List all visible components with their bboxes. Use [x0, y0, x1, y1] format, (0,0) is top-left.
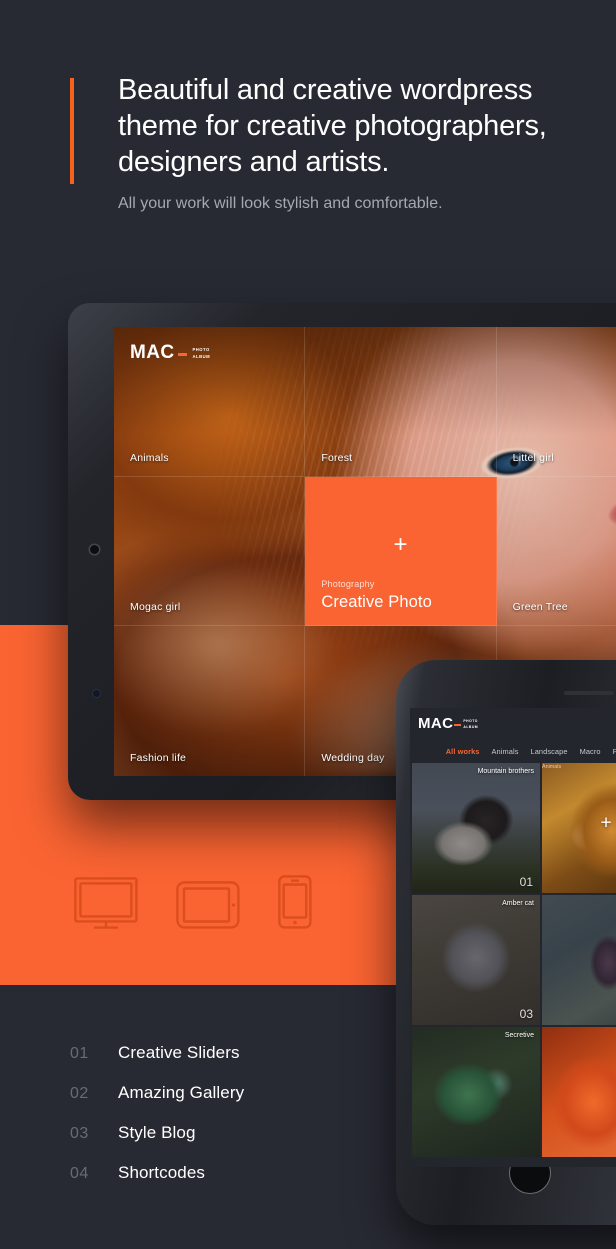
filter-tab-people[interactable]: People: [613, 747, 616, 756]
tile-title: Creative Photo: [321, 593, 432, 612]
phone-gallery-tile[interactable]: Mountain brothers 01: [412, 763, 540, 893]
tile-caption: Mountain brothers: [477, 768, 534, 775]
tablet-brand-logo: MAC PHOTO ALBUM: [130, 343, 210, 362]
brand-tagline-line2: ALBUM: [463, 724, 479, 729]
tablet-gallery-tile[interactable]: Green Tree: [496, 477, 616, 627]
feature-list: 01 Creative Sliders 02 Amazing Gallery 0…: [70, 1043, 390, 1203]
phone-device-mockup: MAC PHOTO ALBUM Menu All works Animals L…: [396, 660, 616, 1225]
tablet-gallery-tile[interactable]: Mogac girl: [114, 476, 306, 627]
tile-overlay: [412, 763, 540, 893]
feature-number: 03: [70, 1125, 89, 1142]
phone-gallery-tile[interactable]: Amber cat 03: [412, 895, 540, 1025]
brand-name: MAC: [130, 342, 175, 363]
device-icons-group: [74, 875, 312, 934]
promo-banner: Beautiful and creative wordpress theme f…: [0, 0, 616, 1249]
feature-row[interactable]: 01 Creative Sliders: [70, 1043, 390, 1083]
brand-name: MAC: [418, 715, 454, 732]
tile-subtitle: Animals: [542, 764, 562, 770]
tile-caption: Green Tree: [512, 601, 568, 614]
phone-filter-tabs: All works Animals Landscape Macro People: [410, 744, 616, 763]
plus-icon[interactable]: +: [393, 533, 407, 557]
phone-gallery-tile[interactable]: Flamingo: [542, 1027, 616, 1157]
brand-tagline: PHOTO ALBUM: [192, 347, 210, 359]
filter-tab-macro[interactable]: Macro: [580, 747, 601, 756]
tile-overlay: [542, 895, 616, 1025]
phone-header: MAC PHOTO ALBUM Menu: [410, 708, 616, 744]
tablet-gallery-tile-active[interactable]: + Photography Creative Photo: [305, 476, 497, 627]
tile-number: 03: [519, 1007, 533, 1021]
feature-label: Style Blog: [118, 1123, 196, 1142]
tile-caption: Animals: [130, 451, 169, 464]
brand-tagline-line1: PHOTO: [463, 719, 478, 724]
tile-number: 01: [519, 875, 533, 889]
tablet-camera-icon: [90, 545, 99, 554]
tablet-gallery-tile[interactable]: Littel girl: [496, 327, 616, 477]
phone-screen: MAC PHOTO ALBUM Menu All works Animals L…: [410, 708, 616, 1167]
phone-gallery-tile[interactable]: Secretive: [412, 1027, 540, 1157]
filter-tab-all-works[interactable]: All works: [446, 747, 480, 756]
brand-tagline-line2: ALBUM: [192, 353, 211, 359]
tile-caption: Forest: [321, 451, 353, 464]
feature-number: 02: [70, 1085, 89, 1102]
tablet-gallery-tile[interactable]: Fashion life: [114, 626, 306, 776]
brand-tagline: PHOTO ALBUM: [463, 719, 478, 729]
feature-number: 01: [70, 1045, 89, 1062]
brand-dash: [178, 352, 188, 356]
tile-caption: Secretive: [504, 1032, 534, 1039]
hero-text-block: Beautiful and creative wordpress theme f…: [70, 72, 570, 215]
phone-gallery-tile[interactable]: Lion King Animals +: [542, 763, 616, 893]
filter-tab-animals[interactable]: Animals: [492, 747, 519, 756]
brand-tagline-line1: PHOTO: [192, 347, 210, 353]
tile-caption: Mogac girl: [130, 601, 181, 614]
accent-bar: [70, 78, 74, 184]
smartphone-icon: [278, 875, 312, 934]
tile-overlay: [412, 1027, 540, 1157]
feature-label: Shortcodes: [118, 1163, 205, 1182]
brand-dash: [454, 723, 462, 727]
tile-kicker: Photography: [321, 579, 375, 590]
page-title: Beautiful and creative wordpress theme f…: [118, 74, 547, 178]
page-subtitle: All your work will look stylish and comf…: [118, 195, 443, 212]
feature-label: Amazing Gallery: [118, 1083, 245, 1102]
tile-caption: Amber cat: [502, 900, 534, 907]
phone-gallery-tile[interactable]: Colibri 04: [542, 895, 616, 1025]
desktop-monitor-icon: [74, 877, 138, 934]
feature-row[interactable]: 04 Shortcodes: [70, 1163, 390, 1203]
phone-camera-icon: [93, 690, 100, 697]
plus-icon[interactable]: +: [600, 813, 611, 832]
phone-brand-logo: MAC PHOTO ALBUM: [418, 716, 478, 731]
tile-caption: Wedding day: [321, 752, 385, 764]
phone-gallery-grid: Mountain brothers 01 Lion King Animals +…: [410, 763, 616, 1157]
filter-tab-landscape[interactable]: Landscape: [531, 747, 568, 756]
phone-speaker-icon: [564, 691, 614, 695]
tile-caption: Fashion life: [130, 752, 187, 764]
feature-label: Creative Sliders: [118, 1043, 240, 1062]
feature-row[interactable]: 02 Amazing Gallery: [70, 1083, 390, 1123]
tablet-icon: [176, 881, 240, 934]
tile-caption: Littel girl: [512, 451, 554, 464]
feature-number: 04: [70, 1165, 89, 1182]
feature-row[interactable]: 03 Style Blog: [70, 1123, 390, 1163]
tablet-gallery-tile[interactable]: Forest: [305, 327, 497, 477]
tile-overlay: [412, 895, 540, 1025]
